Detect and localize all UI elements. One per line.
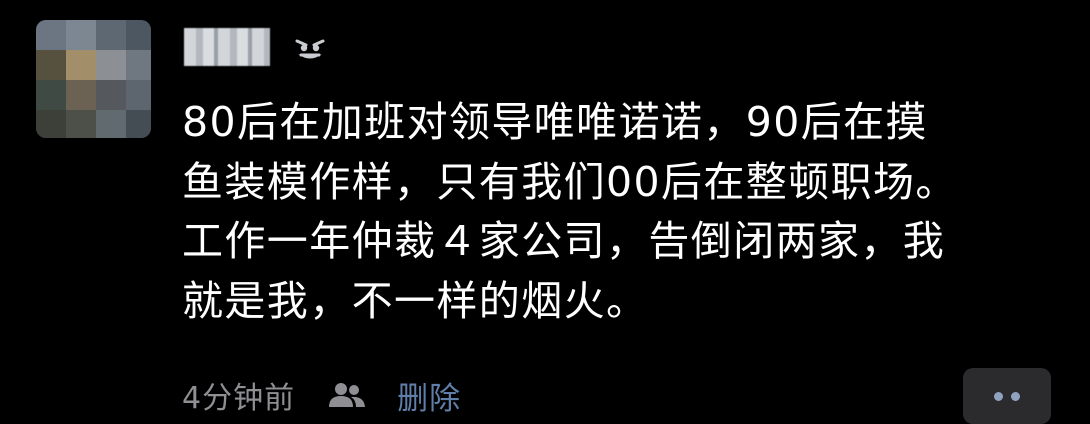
post-text-line: 工作一年仲裁４家公司，告倒闭两家，我 (182, 217, 946, 265)
avatar-pixel (66, 80, 96, 110)
post-text-line: 80后在加班对领导唯唯诺诺，90后在摸 (182, 98, 928, 146)
avatar-pixel (126, 110, 151, 138)
author-name-blurred[interactable] (184, 28, 270, 66)
avatar-pixel (36, 80, 66, 110)
avatar-pixel (36, 50, 66, 80)
post-text-line: 就是我，不一样的烟火。 (182, 276, 649, 325)
post-time: 4分钟前 (182, 381, 296, 416)
avatar-pixel (66, 110, 96, 138)
author-avatar[interactable] (36, 20, 151, 138)
avatar-pixel (126, 20, 151, 50)
avatar-pixel (66, 50, 96, 80)
avatar-pixel (96, 110, 126, 138)
avatar-pixel (36, 110, 66, 138)
more-button[interactable] (963, 368, 1051, 424)
delete-button[interactable]: 删除 (397, 373, 461, 418)
post-footer: 4分钟前 删除 (182, 372, 461, 418)
angry-face-icon (295, 39, 325, 59)
post-text: 80后在加班对领导唯唯诺诺，90后在摸 鱼装模作样，只有我们00后在整顿职场。 … (182, 93, 1052, 331)
friends-icon (329, 383, 366, 407)
avatar-pixel (66, 20, 96, 50)
more-dots-icon (994, 391, 1003, 401)
avatar-pixel (36, 20, 66, 50)
post-text-line: 鱼装模作样，只有我们00后在整顿职场。 (182, 157, 958, 206)
more-dots-icon (1011, 391, 1020, 401)
avatar-pixel (126, 80, 151, 110)
avatar-pixel (96, 80, 126, 110)
avatar-pixel (96, 20, 126, 50)
avatar-pixel (126, 50, 151, 80)
avatar-pixel (96, 50, 126, 80)
